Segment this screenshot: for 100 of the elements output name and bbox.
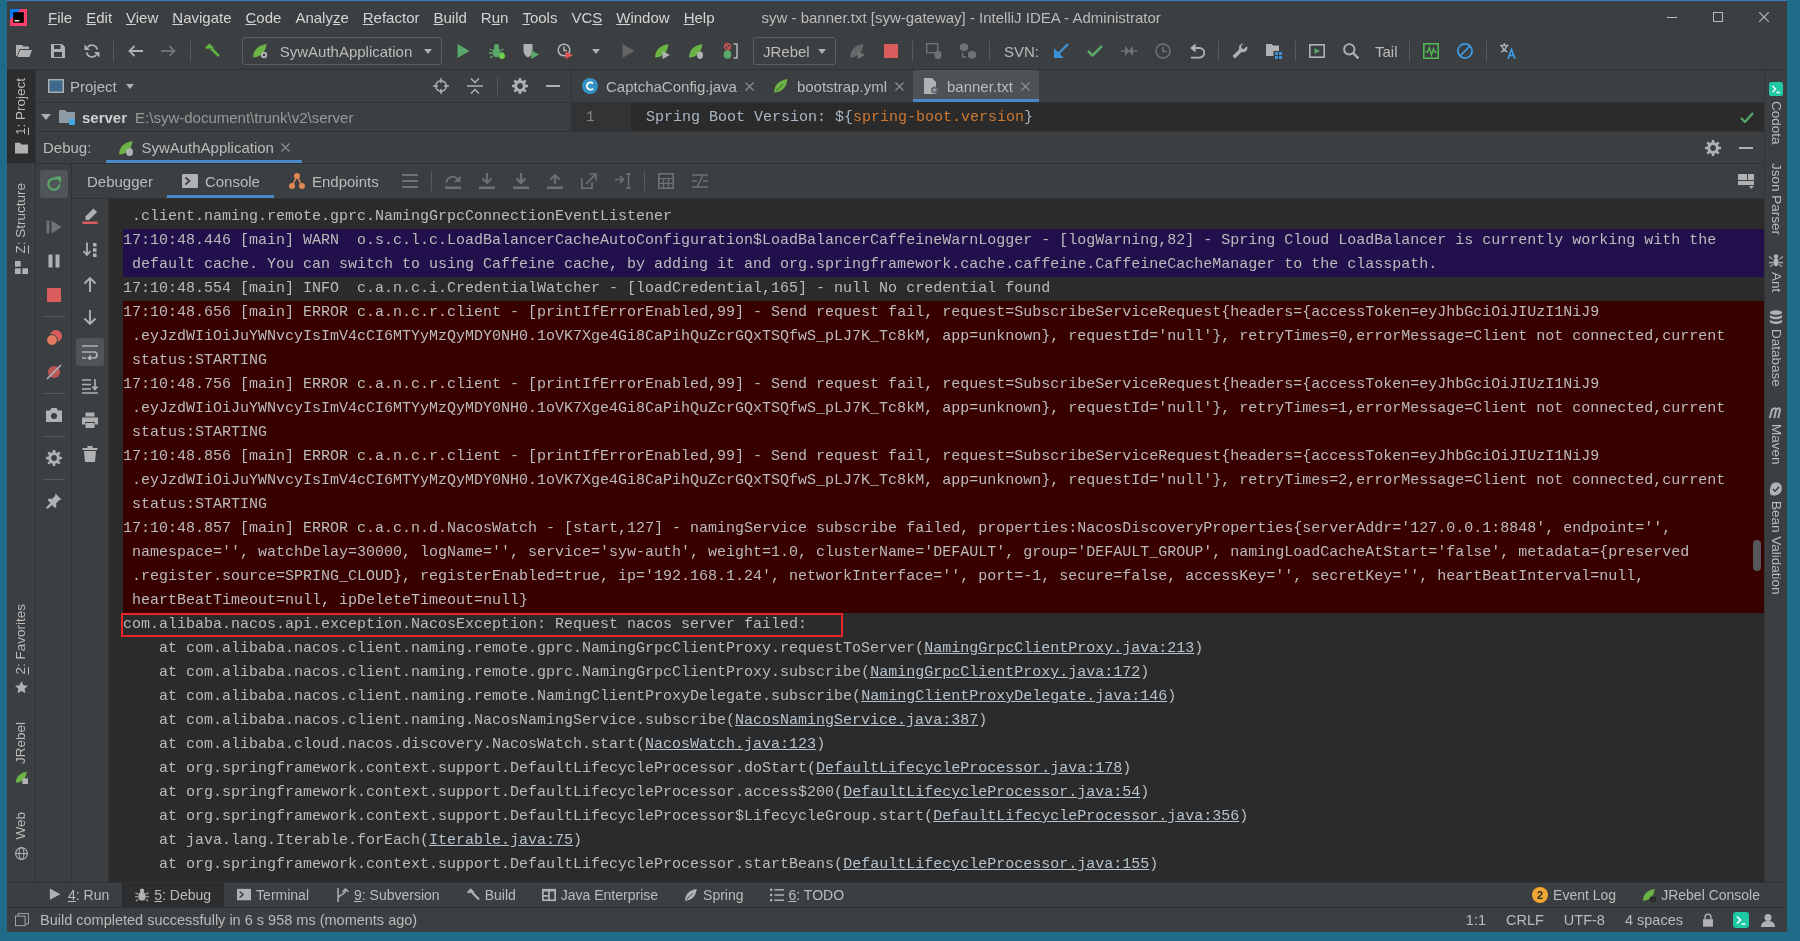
status-item[interactable]: UTF-8 [1563, 912, 1605, 928]
toggle-panels-icon[interactable] [15, 913, 29, 927]
source-link[interactable]: NamingClientProxyDelegate.java:146 [861, 688, 1168, 705]
tool-window-button[interactable]: Web [7, 804, 35, 868]
translate-icon[interactable] [1499, 43, 1516, 59]
tool-window-button[interactable]: JRebel [7, 714, 35, 793]
scrollbar-thumb[interactable] [1753, 540, 1761, 571]
tool-window-button[interactable]: Bean Validation [1765, 480, 1787, 597]
menu-item[interactable]: Window [609, 8, 677, 26]
search-icon[interactable] [1343, 43, 1359, 59]
down-left-arrow-icon[interactable] [1053, 43, 1069, 59]
close-icon[interactable] [744, 81, 754, 91]
source-link[interactable]: Iterable.java:75 [429, 832, 574, 849]
tool-window-button[interactable]: 2: Favorites [7, 595, 35, 703]
tool-window-button[interactable]: Json Parser [1765, 160, 1787, 237]
tool-window-tab[interactable]: Spring [671, 883, 757, 907]
tool-window-tab[interactable]: Java Enterprise [528, 883, 672, 907]
project-view-dropdown[interactable]: Project [70, 77, 134, 95]
menu-item[interactable]: Code [238, 8, 289, 26]
tool-window-button[interactable]: Database [1765, 307, 1787, 389]
minimize-icon[interactable] [1739, 146, 1753, 149]
tab[interactable]: Endpoints [273, 164, 393, 198]
menu-item[interactable]: Edit [79, 8, 120, 26]
maximize-icon[interactable] [1713, 12, 1723, 22]
tree-item[interactable]: server E:\syw-document\trunk\v2\server [36, 103, 571, 131]
tool-window-tab[interactable]: JRebel Console [1629, 883, 1773, 907]
prompt-tile-icon[interactable] [1733, 912, 1749, 928]
settings-icon[interactable] [1705, 139, 1721, 156]
status-item[interactable]: 1:1 [1465, 912, 1486, 928]
window-play-icon[interactable] [1309, 43, 1325, 59]
wrench-icon[interactable] [1232, 43, 1248, 59]
bug-icon[interactable] [489, 43, 505, 59]
status-item[interactable]: CRLF [1506, 912, 1544, 928]
menu-item[interactable]: VCS [564, 8, 610, 26]
close-icon[interactable] [280, 143, 290, 152]
undo-icon[interactable] [1189, 43, 1205, 59]
open-folder-icon[interactable] [16, 43, 32, 59]
person-icon[interactable] [1761, 913, 1775, 927]
menu-item[interactable]: View [119, 8, 166, 26]
source-link[interactable]: NamingGrpcClientProxy.java:172 [870, 664, 1141, 681]
menu-item[interactable]: Analyze [288, 8, 356, 26]
source-link[interactable]: DefaultLifecycleProcessor.java:155 [843, 856, 1150, 873]
tab[interactable]: Console [166, 164, 274, 198]
menu-item[interactable]: Refactor [355, 8, 427, 26]
bug-bracket-icon[interactable] [722, 43, 738, 59]
tool-window-tab[interactable]: Build [452, 883, 529, 907]
tool-window-button[interactable]: Z: Structure [7, 175, 35, 282]
tool-window-tab[interactable]: 4: Run [36, 883, 123, 907]
arrow-up-line-icon[interactable] [546, 173, 563, 189]
frame-arrow-icon[interactable] [580, 173, 597, 189]
caret-icon[interactable] [592, 48, 600, 54]
tool-window-tab[interactable]: 2 Event Log [1519, 883, 1630, 907]
close-icon[interactable] [1759, 12, 1769, 22]
grid-icon[interactable] [657, 173, 674, 189]
editor-tab[interactable]: banner.txt [912, 70, 1039, 102]
collapse-icon[interactable] [467, 78, 483, 94]
menu-item[interactable]: Navigate [165, 8, 239, 26]
source-link[interactable]: DefaultLifecycleProcessor.java:54 [843, 784, 1141, 801]
tool-window-tab[interactable]: 5: Debug [122, 883, 225, 907]
close-icon[interactable] [894, 81, 904, 91]
toolbar-text-button[interactable]: Tail [1368, 42, 1405, 60]
stop-icon[interactable] [883, 43, 899, 59]
sync-icon[interactable] [84, 43, 100, 59]
layout-icon[interactable] [1738, 173, 1754, 189]
crosshair-icon[interactable] [433, 78, 449, 94]
source-link[interactable]: NamingGrpcClientProxy.java:213 [924, 640, 1195, 657]
rerun-button[interactable] [39, 170, 68, 198]
expand-arrow-icon[interactable] [41, 114, 51, 120]
minimize-icon[interactable] [1667, 16, 1677, 18]
menu-item[interactable]: Help [676, 8, 722, 26]
close-icon[interactable] [1020, 81, 1030, 91]
leaf-play-icon[interactable] [654, 43, 670, 59]
menu-item[interactable]: Build [426, 8, 474, 26]
shield-play-icon[interactable] [523, 43, 539, 59]
source-link[interactable]: NacosNamingService.java:387 [735, 712, 979, 729]
menu-item[interactable]: File [41, 8, 80, 26]
lock-icon[interactable] [1703, 913, 1713, 927]
dropdown[interactable]: JRebel [753, 37, 836, 65]
tool-window-button[interactable]: 1: Project [7, 70, 35, 164]
source-link[interactable]: NacosWatch.java:123 [645, 736, 817, 753]
tab[interactable]: Debugger [72, 164, 167, 198]
back-arrow-icon[interactable] [127, 43, 143, 59]
status-item[interactable]: 4 spaces [1624, 912, 1683, 928]
tool-window-button[interactable]: Ant [1765, 250, 1787, 294]
arrow-down-line-icon[interactable] [478, 173, 495, 189]
folder-grid-icon[interactable] [1266, 43, 1282, 59]
menu-item[interactable]: Tools [515, 8, 565, 26]
curved-arrow-icon[interactable] [444, 173, 461, 189]
prohibited-icon[interactable] [1456, 43, 1473, 59]
source-link[interactable]: DefaultLifecycleProcessor.java:356 [933, 808, 1240, 825]
menu-icon[interactable] [401, 173, 418, 189]
clock-play-icon[interactable] [557, 43, 573, 59]
tool-window-tab[interactable]: 6: TODO [756, 883, 858, 907]
menu-item[interactable]: Run [473, 8, 516, 26]
arrow-caret-icon[interactable] [614, 173, 631, 189]
soft-wrap-button[interactable] [76, 338, 104, 366]
tool-window-tab[interactable]: 9: Subversion [322, 883, 453, 907]
settings-icon[interactable] [512, 78, 528, 94]
tool-window-tab[interactable]: Terminal [224, 883, 322, 907]
run-configuration-dropdown[interactable]: SywAuthApplication [242, 37, 442, 65]
